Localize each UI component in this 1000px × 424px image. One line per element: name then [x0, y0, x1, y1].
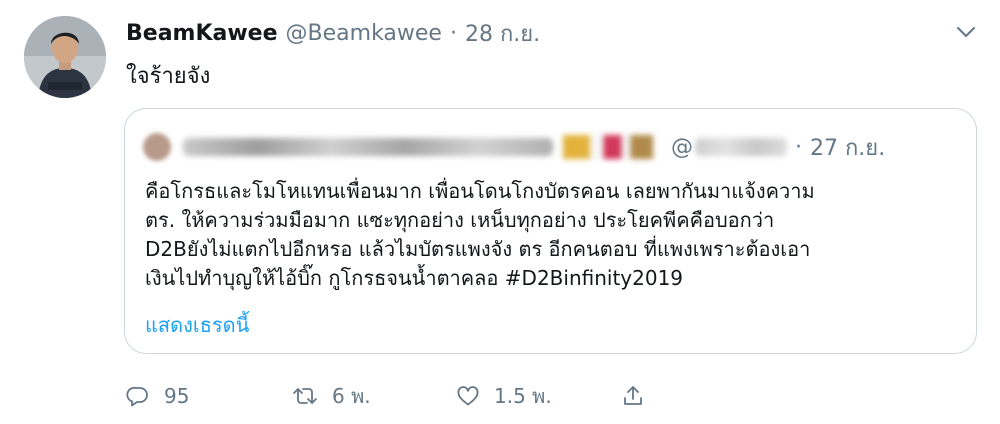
retweet-count: 6 พ.: [332, 384, 371, 408]
user-handle[interactable]: @Beamkawee: [286, 21, 442, 46]
tweet-card: BeamKawee @Beamkawee · 28 ก.ย. ใจร้ายจัง…: [0, 0, 1000, 424]
quoted-text: คือโกรธและโมโหแทนเพื่อนมาก เพื่อนโดนโกงบ…: [145, 177, 960, 293]
action-bar: 95 6 พ. 1.5 พ.: [126, 378, 659, 414]
like-button[interactable]: 1.5 พ.: [456, 380, 621, 412]
redacted-display-name: [183, 138, 553, 156]
quoted-date: 27 ก.ย.: [810, 135, 886, 161]
separator-dot: ·: [449, 20, 457, 46]
tweet-header: BeamKawee @Beamkawee · 28 ก.ย.: [126, 16, 540, 50]
quoted-tweet[interactable]: @ · 27 ก.ย. คือโกรธและโมโหแทนเพื่อนมาก เ…: [124, 108, 977, 354]
share-button[interactable]: [621, 384, 659, 408]
tweet-date[interactable]: 28 ก.ย.: [465, 16, 540, 51]
redacted-handle: [695, 138, 787, 156]
quoted-text-line: เงินไปทำบุญให้ไอ้บิ๊ก กูโกรธจนน้ำตาคลอ #…: [145, 266, 684, 290]
retweet-button[interactable]: 6 พ.: [292, 380, 456, 412]
quoted-avatar: [143, 133, 171, 161]
chevron-down-icon[interactable]: [954, 20, 978, 44]
display-name[interactable]: BeamKawee: [126, 21, 278, 46]
quoted-text-line: คือโกรธและโมโหแทนเพื่อนมาก เพื่อนโดนโกงบ…: [145, 179, 815, 203]
like-icon: [457, 386, 479, 406]
redacted-emoji: [563, 135, 653, 159]
quoted-at-sign: @: [671, 134, 693, 160]
show-thread-link[interactable]: แสดงเธรดนี้: [145, 309, 249, 341]
avatar[interactable]: [24, 16, 106, 98]
like-count: 1.5 พ.: [494, 384, 552, 408]
separator-dot: ·: [795, 134, 802, 160]
quoted-header: @ · 27 ก.ย.: [143, 131, 885, 163]
reply-count: 95: [164, 384, 190, 408]
tweet-text: ใจร้ายจัง: [126, 64, 211, 89]
reply-icon: [126, 386, 148, 407]
quoted-text-line: D2Bยังไม่แตกไปอีกหรอ แล้วไมบัตรแพงจัง ตร…: [145, 237, 811, 261]
share-icon: [624, 386, 642, 405]
retweet-icon: [293, 388, 317, 404]
reply-button[interactable]: 95: [126, 384, 292, 408]
quoted-text-line: ตร. ให้ความร่วมมือมาก แซะทุกอย่าง เหน็บท…: [145, 208, 775, 232]
